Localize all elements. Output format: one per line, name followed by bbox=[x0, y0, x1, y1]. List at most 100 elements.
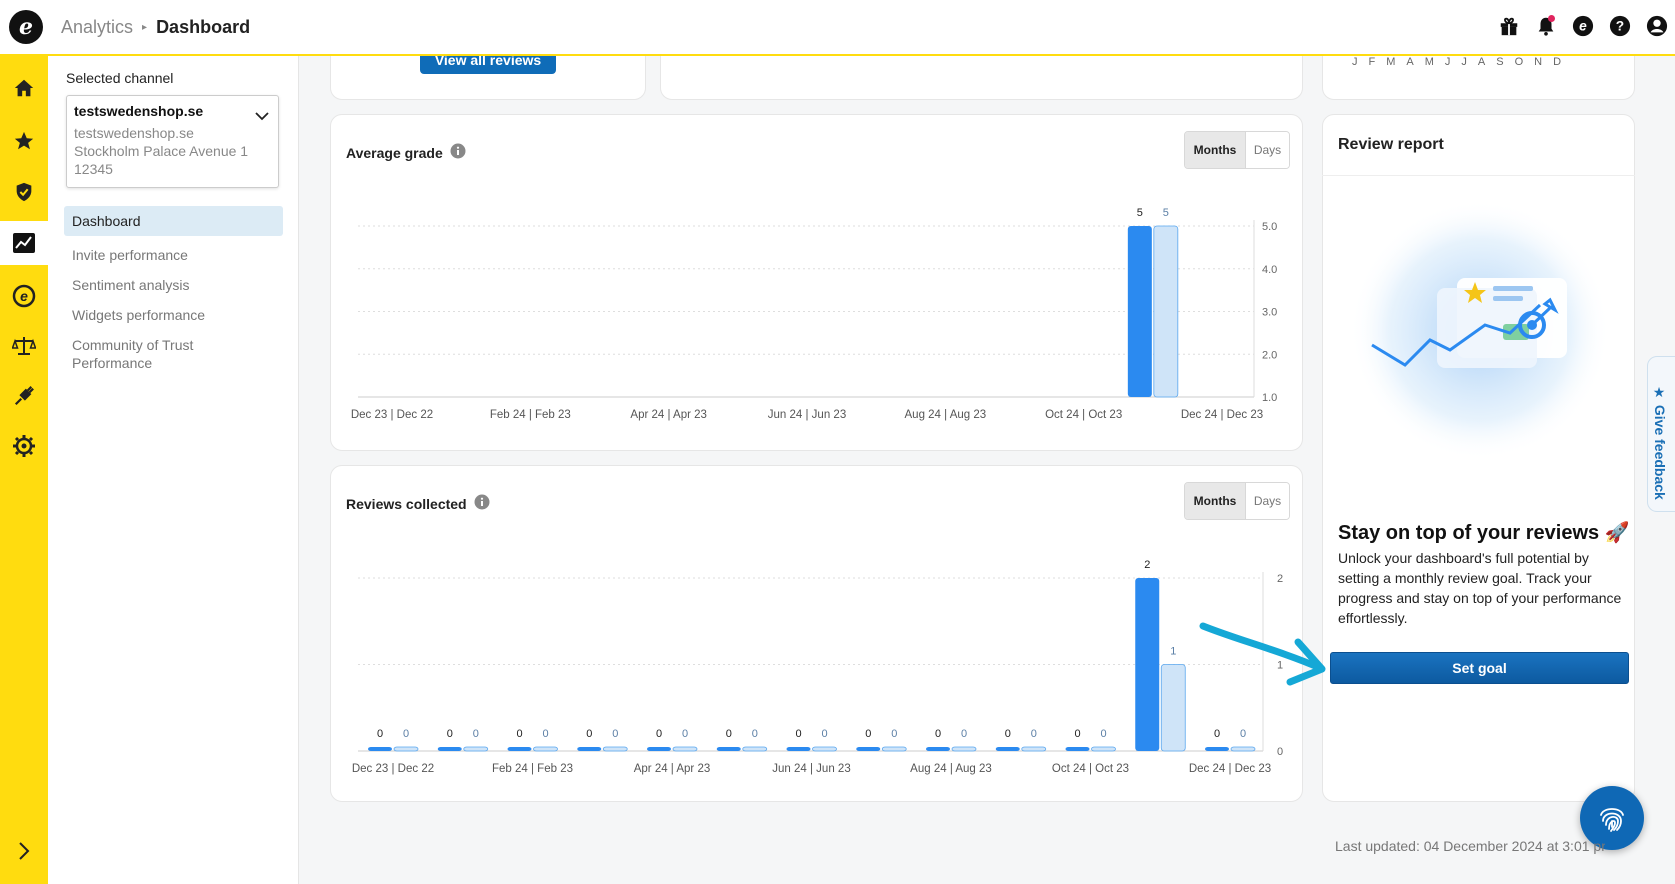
data-label: 0 bbox=[1074, 728, 1080, 740]
bar bbox=[672, 746, 698, 752]
breadcrumb-current: Dashboard bbox=[156, 16, 251, 37]
data-label: 0 bbox=[473, 728, 479, 740]
data-label: 5 bbox=[1163, 207, 1169, 219]
last-updated-text: Last updated: 04 December 2024 at 3:01 p… bbox=[1335, 838, 1605, 854]
bar bbox=[926, 747, 950, 751]
month-initial: F bbox=[1368, 56, 1376, 68]
gift-icon[interactable] bbox=[1497, 14, 1521, 38]
bar bbox=[1205, 747, 1229, 751]
bar bbox=[463, 746, 489, 752]
month-initial: M bbox=[1386, 56, 1396, 68]
data-label: 0 bbox=[726, 728, 732, 740]
x-tick-label: Dec 24 | Dec 23 bbox=[1189, 763, 1271, 775]
x-tick-label: Apr 24 | Apr 23 bbox=[634, 763, 711, 775]
review-goal-description: Unlock your dashboard's full potential b… bbox=[1338, 550, 1622, 626]
data-label: 0 bbox=[447, 728, 453, 740]
x-tick-label: Dec 24 | Dec 23 bbox=[1181, 409, 1263, 421]
bar bbox=[716, 747, 741, 751]
breadcrumb-parent[interactable]: Analytics bbox=[61, 17, 133, 38]
top-bar: e Analytics ▸ Dashboard e ? bbox=[0, 0, 1675, 56]
month-initial: N bbox=[1534, 56, 1543, 68]
nav-item-sentiment-analysis[interactable]: Sentiment analysis bbox=[64, 270, 283, 300]
star-icon[interactable] bbox=[0, 119, 48, 163]
svg-text:e: e bbox=[1579, 19, 1587, 34]
data-label: 1 bbox=[1170, 646, 1176, 658]
nav-item-community-of-trust[interactable]: Community of Trust Performance bbox=[64, 330, 214, 378]
bar bbox=[533, 746, 558, 752]
set-goal-button[interactable]: Set goal bbox=[1330, 652, 1629, 684]
scales-icon[interactable] bbox=[0, 324, 48, 368]
x-tick-label: Feb 24 | Feb 23 bbox=[490, 409, 571, 421]
gear-icon[interactable] bbox=[0, 424, 48, 468]
shield-check-icon[interactable] bbox=[0, 170, 48, 214]
plug-icon[interactable] bbox=[0, 374, 48, 418]
selected-channel-label: Selected channel bbox=[66, 70, 174, 86]
bar bbox=[856, 747, 881, 751]
average-grade-chart: 1.0 2.0 3.0 4.0 5.0 5 5 Dec 23 | Dec 22 Feb 24 |… bbox=[351, 207, 1277, 421]
data-label: 0 bbox=[821, 728, 827, 740]
x-tick-label: Oct 24 | Oct 23 bbox=[1052, 763, 1129, 775]
goal-illustration bbox=[1350, 200, 1610, 460]
nav-item-invite-performance[interactable]: Invite performance bbox=[64, 240, 283, 270]
chevron-right-icon[interactable] bbox=[0, 836, 48, 866]
home-icon[interactable] bbox=[0, 66, 48, 110]
channel-selector[interactable]: testswedenshop.se testswedenshop.se Stoc… bbox=[66, 95, 279, 188]
breadcrumb-separator-icon: ▸ bbox=[142, 21, 148, 33]
data-label: 0 bbox=[377, 728, 383, 740]
bar bbox=[368, 747, 392, 751]
review-report-divider bbox=[1322, 175, 1635, 176]
bar bbox=[1153, 225, 1179, 398]
data-label: 0 bbox=[1214, 728, 1220, 740]
give-feedback-label[interactable]: ★ Give feedback bbox=[1652, 385, 1668, 500]
data-label: 0 bbox=[795, 728, 801, 740]
x-tick-label: Jun 24 | Jun 23 bbox=[768, 409, 846, 421]
x-tick-label: Oct 24 | Oct 23 bbox=[1045, 409, 1122, 421]
data-label: 0 bbox=[935, 728, 941, 740]
bar bbox=[881, 746, 907, 752]
help-icon[interactable]: ? bbox=[1608, 14, 1632, 38]
review-report-title: Review report bbox=[1338, 136, 1444, 153]
bar bbox=[786, 747, 811, 751]
data-label: 2 bbox=[1144, 559, 1150, 571]
month-initial: M bbox=[1424, 56, 1434, 68]
channel-address: Stockholm Palace Avenue 1 bbox=[74, 143, 249, 159]
account-icon[interactable] bbox=[1645, 14, 1669, 38]
x-tick-label: Jun 24 | Jun 23 bbox=[772, 763, 850, 775]
data-label: 0 bbox=[1031, 728, 1037, 740]
trusted-shops-icon[interactable]: e bbox=[1571, 14, 1595, 38]
channel-domain: testswedenshop.se bbox=[74, 125, 194, 141]
data-label: 0 bbox=[752, 728, 758, 740]
x-tick-label: Feb 24 | Feb 23 bbox=[492, 763, 573, 775]
y-tick-label: 2 bbox=[1277, 573, 1283, 585]
nav-item-widgets-performance[interactable]: Widgets performance bbox=[64, 300, 283, 330]
y-tick-label: 0 bbox=[1277, 746, 1283, 758]
data-label: 0 bbox=[1005, 728, 1011, 740]
month-initial: J bbox=[1461, 56, 1467, 68]
trusted-shops-logo[interactable]: e bbox=[9, 10, 43, 44]
trusted-e-icon[interactable]: e bbox=[0, 274, 48, 318]
bar bbox=[1021, 746, 1047, 752]
bar bbox=[577, 747, 602, 751]
bar bbox=[393, 746, 419, 752]
data-label: 0 bbox=[961, 728, 967, 740]
bell-icon[interactable] bbox=[1534, 14, 1558, 38]
bar bbox=[1127, 226, 1152, 397]
nav-item-dashboard[interactable]: Dashboard bbox=[64, 206, 283, 236]
bar bbox=[647, 747, 671, 751]
x-tick-label: Aug 24 | Aug 23 bbox=[910, 763, 992, 775]
month-initial: J bbox=[1352, 56, 1358, 68]
analytics-nav-list: Dashboard Invite performance Sentiment a… bbox=[64, 206, 283, 378]
analytics-chart-icon[interactable] bbox=[0, 221, 48, 265]
svg-text:?: ? bbox=[1616, 19, 1624, 34]
data-label: 5 bbox=[1137, 207, 1143, 219]
bar bbox=[1160, 664, 1186, 752]
bar bbox=[812, 746, 837, 752]
data-label: 0 bbox=[586, 728, 592, 740]
month-initial: D bbox=[1553, 56, 1562, 68]
month-initial: J bbox=[1444, 56, 1451, 68]
reviews-collected-chart: 0120 0 0 0 0 0 0 0 0 0 0200 0 0 0 0 0 0 0 0 0 010Dec 23 | De… bbox=[352, 559, 1283, 775]
bar bbox=[951, 746, 977, 752]
data-label: 0 bbox=[516, 728, 522, 740]
x-tick-label: Dec 23 | Dec 22 bbox=[351, 409, 433, 421]
chevron-down-icon[interactable] bbox=[255, 108, 269, 126]
